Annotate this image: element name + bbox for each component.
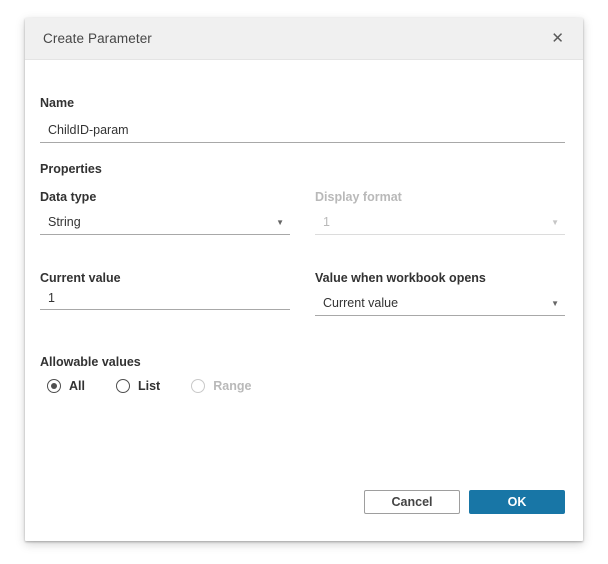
workbook-open-value-label: Value when workbook opens: [315, 271, 486, 285]
data-type-select[interactable]: String ▼: [40, 211, 290, 235]
current-value-field: Current value: [40, 271, 290, 316]
workbook-open-value-field: Value when workbook opens Current value …: [315, 271, 565, 316]
radio-all[interactable]: All: [47, 379, 85, 393]
create-parameter-dialog: Create Parameter ✕ Name Properties Data …: [25, 18, 583, 541]
properties-heading: Properties: [40, 162, 102, 176]
radio-button-icon: [47, 379, 61, 393]
data-type-field: Data type String ▼: [40, 190, 290, 235]
workbook-open-value-value: Current value: [323, 296, 399, 310]
values-row: Current value Value when workbook opens …: [40, 271, 565, 316]
close-icon[interactable]: ✕: [549, 29, 566, 48]
radio-button-icon: [115, 379, 130, 393]
dialog-header: Create Parameter ✕: [25, 18, 583, 60]
radio-list[interactable]: List: [115, 379, 161, 393]
data-type-value: String: [48, 215, 81, 229]
cancel-button[interactable]: Cancel: [364, 490, 460, 514]
properties-row: Data type String ▼ Display format 1 ▼: [40, 190, 565, 235]
chevron-down-icon: ▼: [276, 218, 284, 227]
allowable-values-options: All List Range: [40, 379, 565, 393]
data-type-label: Data type: [40, 190, 97, 204]
radio-list-label: List: [137, 379, 161, 393]
name-input[interactable]: [40, 115, 565, 143]
dialog-body: Name Properties Data type String ▼ Displ…: [25, 60, 583, 541]
dialog-title: Create Parameter: [43, 31, 152, 46]
chevron-down-icon: ▼: [551, 299, 559, 308]
ok-button[interactable]: OK: [469, 490, 565, 514]
display-format-value: 1: [323, 215, 330, 229]
current-value-input[interactable]: [40, 286, 290, 310]
radio-range: Range: [191, 379, 251, 393]
chevron-down-icon: ▼: [551, 218, 559, 227]
name-label: Name: [40, 96, 75, 110]
radio-button-icon: [191, 379, 206, 393]
current-value-label: Current value: [40, 271, 121, 285]
display-format-label: Display format: [315, 190, 402, 204]
workbook-open-value-select[interactable]: Current value ▼: [315, 292, 565, 316]
display-format-select: 1 ▼: [315, 211, 565, 235]
radio-range-label: Range: [213, 379, 252, 393]
display-format-field: Display format 1 ▼: [315, 190, 565, 235]
radio-all-label: All: [69, 379, 85, 393]
allowable-values-label: Allowable values: [40, 355, 141, 369]
dialog-footer: Cancel OK: [364, 490, 565, 514]
